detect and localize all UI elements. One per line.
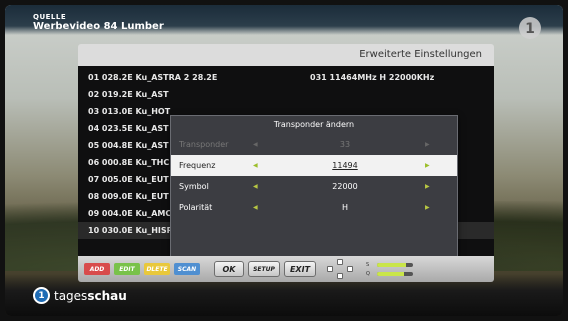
exit-button[interactable]: EXIT	[284, 261, 316, 277]
advanced-settings-panel: Erweiterte Einstellungen 01 028.2E Ku_AS…	[78, 44, 494, 282]
source-bar: QUELLE Werbevideo 84 Lumber	[5, 5, 563, 35]
nav-down-icon	[337, 273, 343, 279]
nav-left-icon	[327, 266, 333, 272]
source-label: QUELLE	[33, 13, 67, 21]
field-value: 33	[339, 140, 351, 149]
arrow-left-icon[interactable]: ◀	[253, 162, 265, 169]
tagesschau-circle-icon: 1	[33, 287, 50, 304]
field-value[interactable]: 22000	[265, 182, 425, 191]
signal-strength-meter: S	[366, 262, 413, 268]
navigation-pad-icon	[324, 259, 356, 279]
add-button[interactable]: ADD	[84, 263, 110, 275]
polarity-field[interactable]: Polarität ◀ H ▶	[171, 197, 457, 218]
frequency-field[interactable]: Frequenz ◀ 11494 ▶	[171, 155, 457, 176]
ard-1-icon: 1	[519, 17, 541, 39]
arrow-right-icon[interactable]: ▶	[425, 183, 437, 190]
field-label: Frequenz	[179, 161, 216, 170]
arrow-left-icon[interactable]: ◀	[253, 183, 265, 190]
tagesschau-text: tagesschau	[54, 288, 127, 303]
edit-button[interactable]: EDIT	[114, 263, 140, 275]
signal-quality-meter: Q	[366, 271, 413, 277]
transponder-field: Transponder ◀ 33 ▶	[171, 134, 457, 155]
symbol-field[interactable]: Symbol ◀ 22000 ▶	[171, 176, 457, 197]
control-bar: ADD EDIT DLETE SCAN OK SETUP EXIT S Q	[78, 256, 494, 282]
list-item[interactable]: 02 019.2E Ku_AST	[78, 86, 494, 103]
arrow-right-icon[interactable]: ▶	[425, 204, 437, 211]
delete-button[interactable]: DLETE	[144, 263, 170, 275]
dialog-title: Transponder ändern	[273, 120, 355, 129]
field-label: Symbol	[179, 182, 209, 191]
arrow-left-icon[interactable]: ◀	[253, 204, 265, 211]
arrow-right-icon: ▶	[425, 141, 430, 148]
ok-button[interactable]: OK	[214, 261, 244, 277]
nav-right-icon	[347, 266, 353, 272]
setup-button[interactable]: SETUP	[248, 261, 280, 277]
svg-text:1: 1	[525, 21, 535, 37]
list-item[interactable]: 01 028.2E Ku_ASTRA 2 28.2E 031 11464MHz H…	[78, 69, 494, 86]
signal-meters: S Q	[366, 262, 413, 277]
transponder-dialog: Transponder ändern Transponder ◀ 33 ▶ Fr…	[170, 115, 458, 259]
satellite-list: 01 028.2E Ku_ASTRA 2 28.2E 031 11464MHz H…	[78, 66, 494, 259]
field-label: Polarität	[179, 203, 213, 212]
tagesschau-logo: 1 tagesschau	[33, 287, 127, 304]
source-name: Werbevideo 84 Lumber	[33, 21, 164, 32]
scan-button[interactable]: SCAN	[174, 263, 200, 275]
panel-title: Erweiterte Einstellungen	[78, 44, 494, 66]
field-label: Transponder	[179, 140, 229, 149]
arrow-left-icon: ◀	[253, 141, 258, 148]
arrow-right-icon[interactable]: ▶	[425, 162, 437, 169]
nav-up-icon	[337, 259, 343, 265]
field-value[interactable]: 11494	[265, 161, 425, 170]
field-value[interactable]: H	[265, 203, 425, 212]
